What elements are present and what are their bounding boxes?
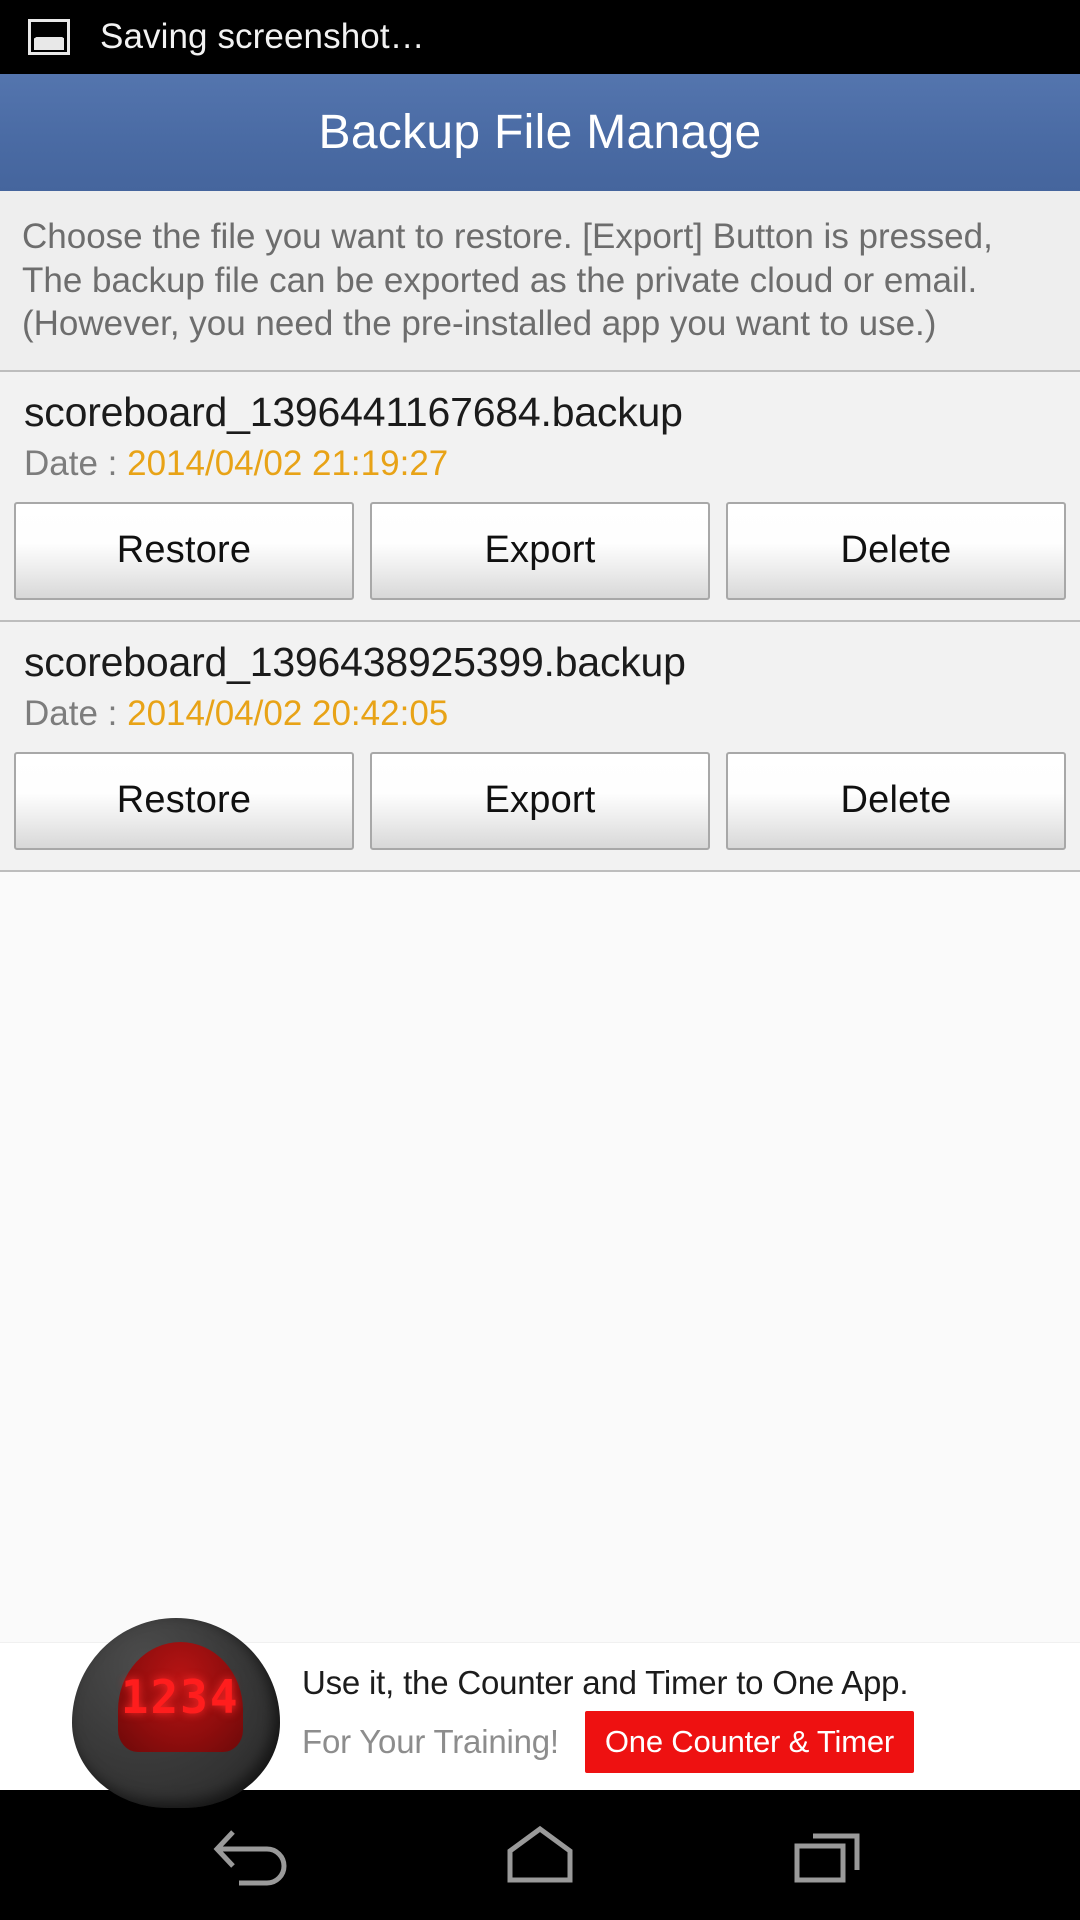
empty-list-area bbox=[0, 871, 1080, 1642]
status-bar: Saving screenshot… bbox=[0, 0, 1080, 74]
ad-text-block: Use it, the Counter and Timer to One App… bbox=[302, 1661, 1080, 1773]
counter-digits: 1234 bbox=[120, 1670, 240, 1725]
ad-cta-button[interactable]: One Counter & Timer bbox=[584, 1710, 914, 1773]
backup-file-date: Date : 2014/04/02 21:19:27 bbox=[14, 438, 1066, 490]
android-navigation-bar bbox=[0, 1790, 1080, 1920]
row-actions: Restore Export Delete bbox=[14, 501, 1066, 600]
delete-button[interactable]: Delete bbox=[726, 501, 1066, 600]
back-icon-svg bbox=[213, 1830, 287, 1886]
date-label: Date : bbox=[24, 443, 128, 483]
date-value: 2014/04/02 21:19:27 bbox=[127, 443, 449, 483]
backup-file-date: Date : 2014/04/02 20:42:05 bbox=[14, 688, 1066, 740]
delete-button[interactable]: Delete bbox=[726, 751, 1066, 850]
back-icon[interactable] bbox=[193, 1795, 313, 1915]
counter-device-icon: 1234 bbox=[72, 1617, 280, 1808]
home-icon-svg bbox=[507, 1825, 573, 1883]
row-actions: Restore Export Delete bbox=[14, 751, 1066, 850]
date-label: Date : bbox=[24, 693, 128, 733]
phone-screen: Saving screenshot… Backup File Manage Ch… bbox=[0, 0, 1080, 1920]
recents-icon[interactable] bbox=[767, 1795, 887, 1915]
restore-button[interactable]: Restore bbox=[14, 501, 354, 600]
home-icon[interactable] bbox=[480, 1795, 600, 1915]
image-screenshot-icon bbox=[28, 19, 70, 55]
export-button[interactable]: Export bbox=[370, 751, 710, 850]
page-title: Backup File Manage bbox=[318, 106, 762, 159]
instructions-text: Choose the file you want to restore. [Ex… bbox=[22, 217, 993, 343]
backup-file-name: scoreboard_1396438925399.backup bbox=[24, 638, 686, 685]
export-button[interactable]: Export bbox=[370, 501, 710, 600]
table-row[interactable]: scoreboard_1396441167684.backup Date : 2… bbox=[0, 371, 1080, 622]
restore-button[interactable]: Restore bbox=[14, 751, 354, 850]
app-title-bar: Backup File Manage bbox=[0, 74, 1080, 191]
ad-banner[interactable]: 1234 Use it, the Counter and Timer to On… bbox=[0, 1617, 1080, 1808]
instructions-panel: Choose the file you want to restore. [Ex… bbox=[0, 191, 1080, 372]
ad-second-line: For Your Training! One Counter & Timer bbox=[302, 1710, 1080, 1773]
ad-headline: Use it, the Counter and Timer to One App… bbox=[302, 1663, 909, 1701]
date-value: 2014/04/02 20:42:05 bbox=[127, 693, 449, 733]
status-bar-text: Saving screenshot… bbox=[100, 17, 425, 56]
backup-file-list: scoreboard_1396441167684.backup Date : 2… bbox=[0, 371, 1080, 872]
ad-subline: For Your Training! bbox=[302, 1722, 559, 1760]
backup-file-name: scoreboard_1396441167684.backup bbox=[24, 388, 683, 435]
recents-icon-svg bbox=[794, 1833, 860, 1883]
table-row[interactable]: scoreboard_1396438925399.backup Date : 2… bbox=[0, 621, 1080, 872]
